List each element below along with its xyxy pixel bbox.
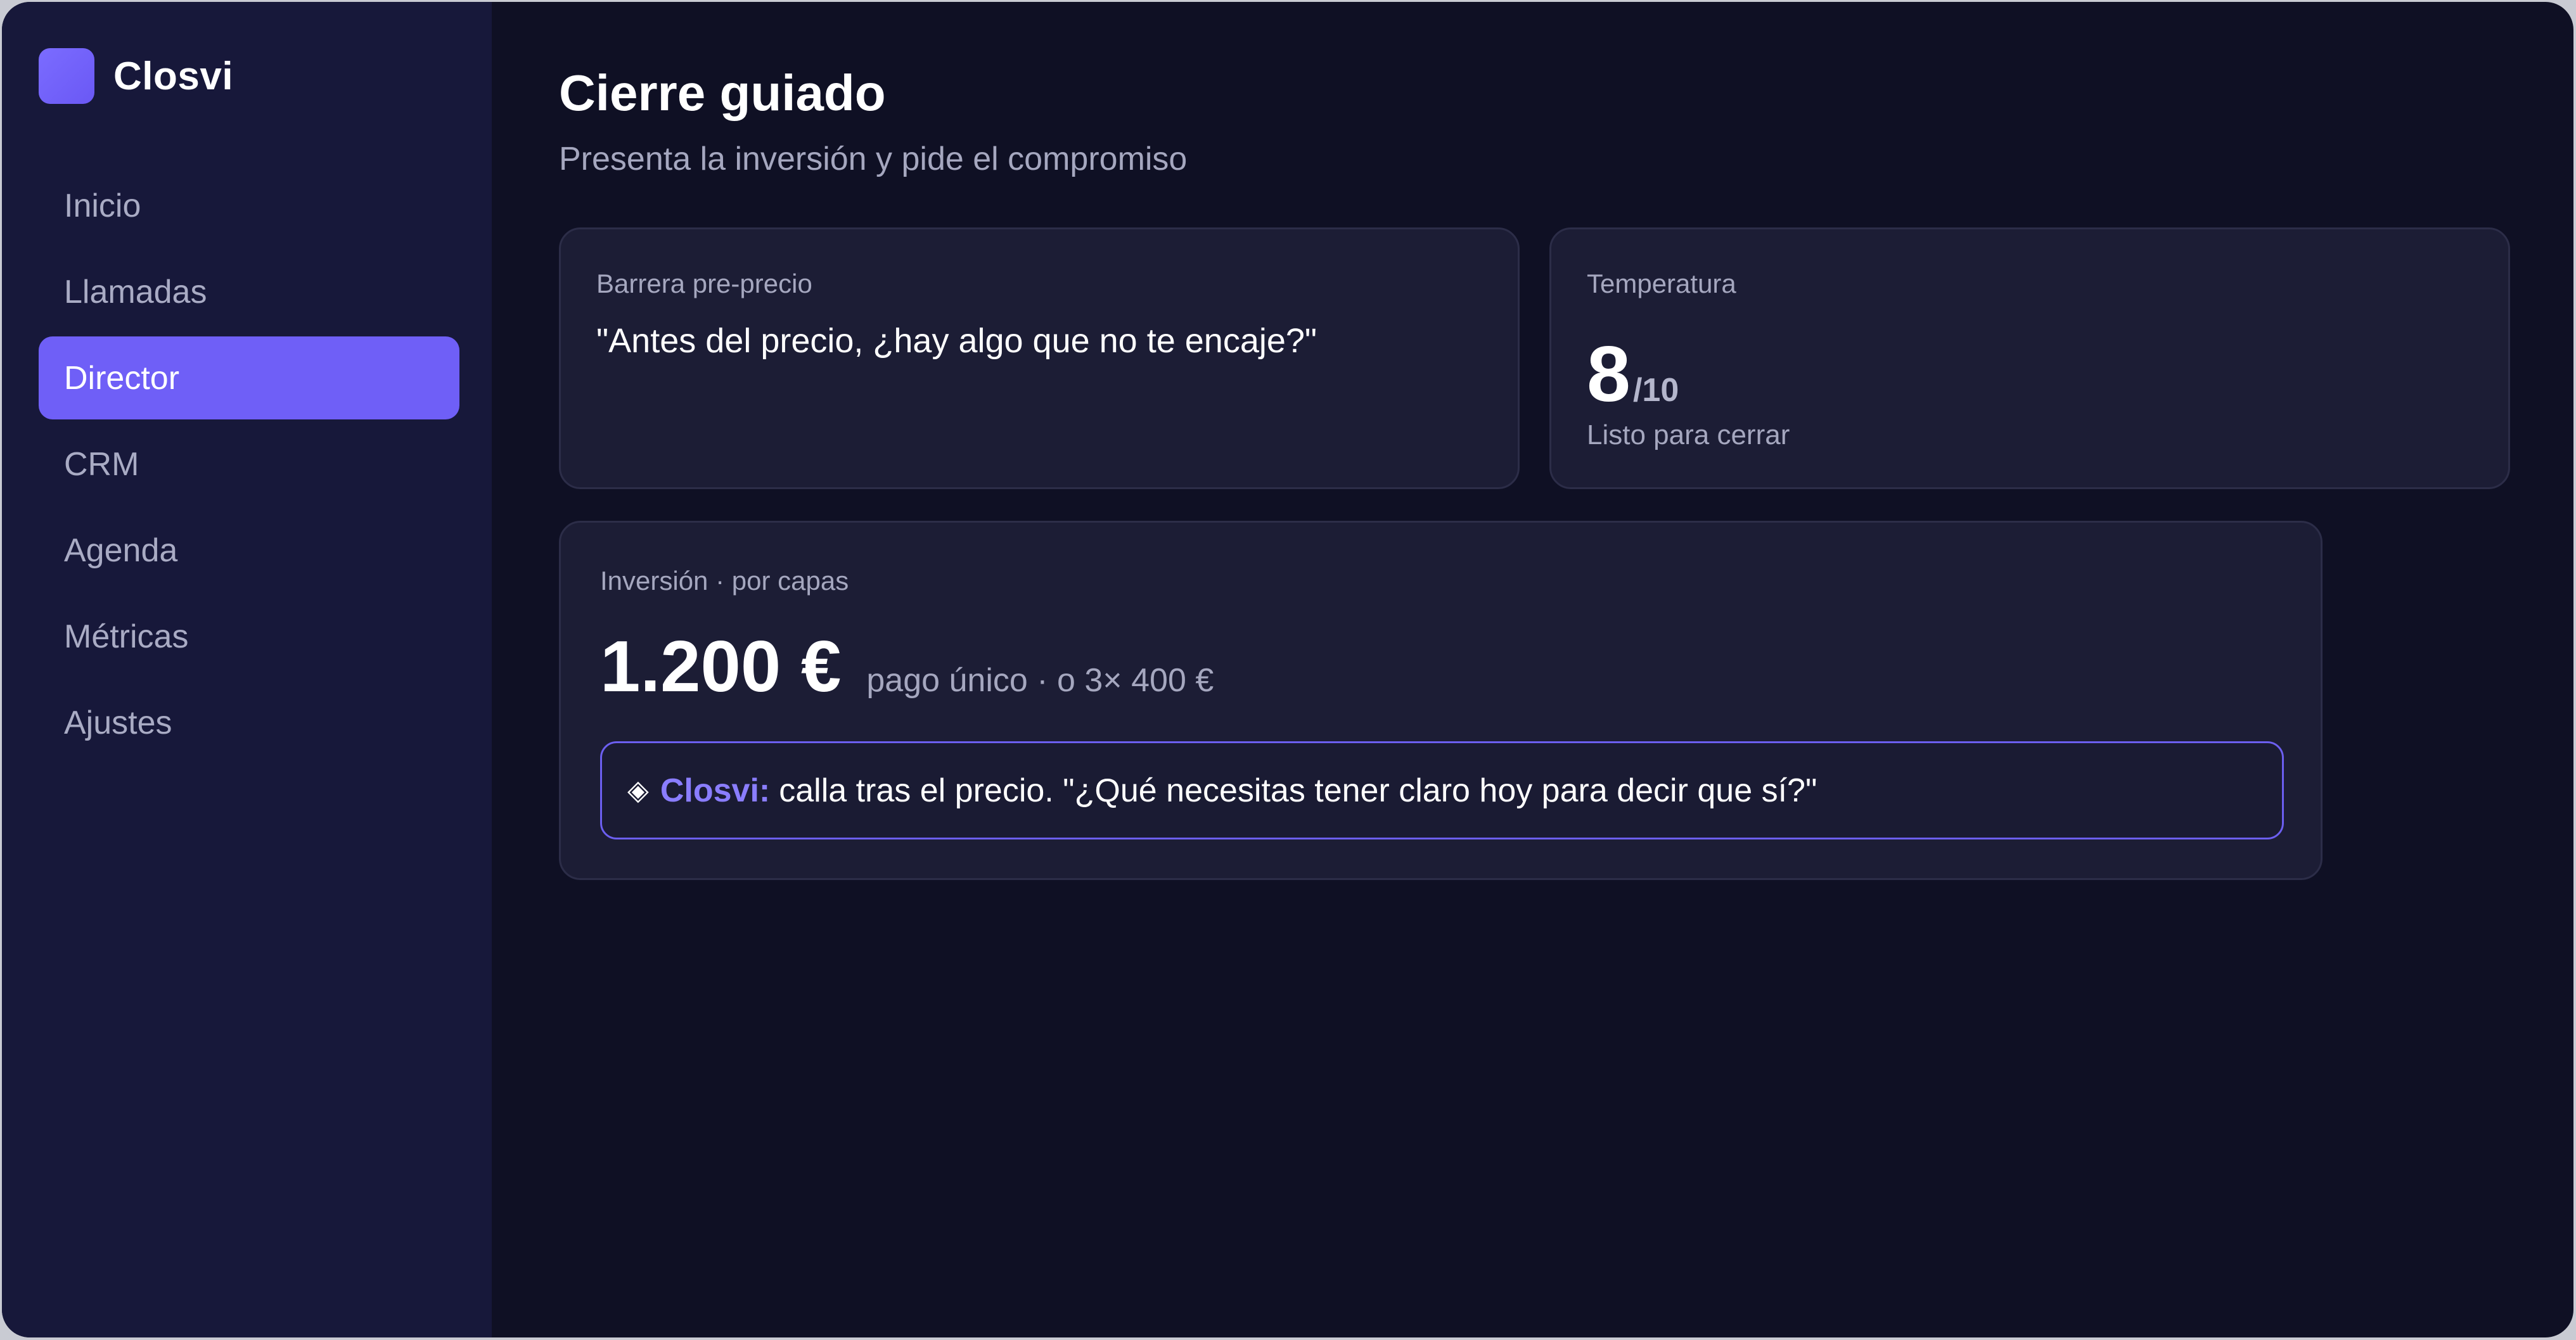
price-terms: pago único · o 3× 400 € xyxy=(866,662,1214,699)
sidebar-item-agenda[interactable]: Agenda xyxy=(39,509,459,592)
barrier-card-label: Barrera pre-precio xyxy=(596,269,812,298)
sidebar-item-inicio[interactable]: Inicio xyxy=(39,164,459,247)
page-subtitle: Presenta la inversión y pide el compromi… xyxy=(559,141,1188,177)
sidebar: Closvi Inicio Llamadas Director CRM Agen… xyxy=(2,2,492,1337)
temperature-status: Listo para cerrar xyxy=(1587,419,1790,450)
brand[interactable]: Closvi xyxy=(39,48,233,104)
sidebar-item-crm[interactable]: CRM xyxy=(39,423,459,506)
sidebar-item-director[interactable]: Director xyxy=(39,336,459,419)
investment-card-label: Inversión · por capas xyxy=(600,566,849,596)
temperature-card: Temperatura 8 /10 Listo para cerrar xyxy=(1549,227,2510,489)
price-row: 1.200 € pago único · o 3× 400 € xyxy=(600,625,1214,708)
brand-name: Closvi xyxy=(113,54,234,98)
investment-card: Inversión · por capas 1.200 € pago único… xyxy=(559,521,2323,880)
temperature-score: 8 /10 xyxy=(1587,329,1679,419)
sidebar-nav: Inicio Llamadas Director CRM Agenda Métr… xyxy=(39,164,459,767)
temperature-value: 8 xyxy=(1587,331,1631,418)
temperature-max: /10 xyxy=(1632,372,1679,409)
closvi-tip: ◈ Closvi: calla tras el precio. "¿Qué ne… xyxy=(600,741,2284,839)
sidebar-item-ajustes[interactable]: Ajustes xyxy=(39,681,459,764)
closvi-logo-icon xyxy=(39,48,94,104)
page-title: Cierre guiado xyxy=(559,65,886,121)
barrier-card: Barrera pre-precio "Antes del precio, ¿h… xyxy=(559,227,1520,489)
sidebar-item-metricas[interactable]: Métricas xyxy=(39,595,459,678)
barrier-quote: "Antes del precio, ¿hay algo que no te e… xyxy=(596,322,1317,360)
diamond-icon: ◈ xyxy=(627,775,649,806)
app-window: Closvi Inicio Llamadas Director CRM Agen… xyxy=(2,2,2573,1337)
price-value: 1.200 € xyxy=(600,627,842,707)
tip-text: calla tras el precio. "¿Qué necesitas te… xyxy=(779,772,1817,809)
temperature-card-label: Temperatura xyxy=(1587,269,1736,298)
tip-author: Closvi: xyxy=(660,772,771,809)
main-content: Cierre guiado Presenta la inversión y pi… xyxy=(492,2,2573,1337)
sidebar-item-llamadas[interactable]: Llamadas xyxy=(39,250,459,333)
